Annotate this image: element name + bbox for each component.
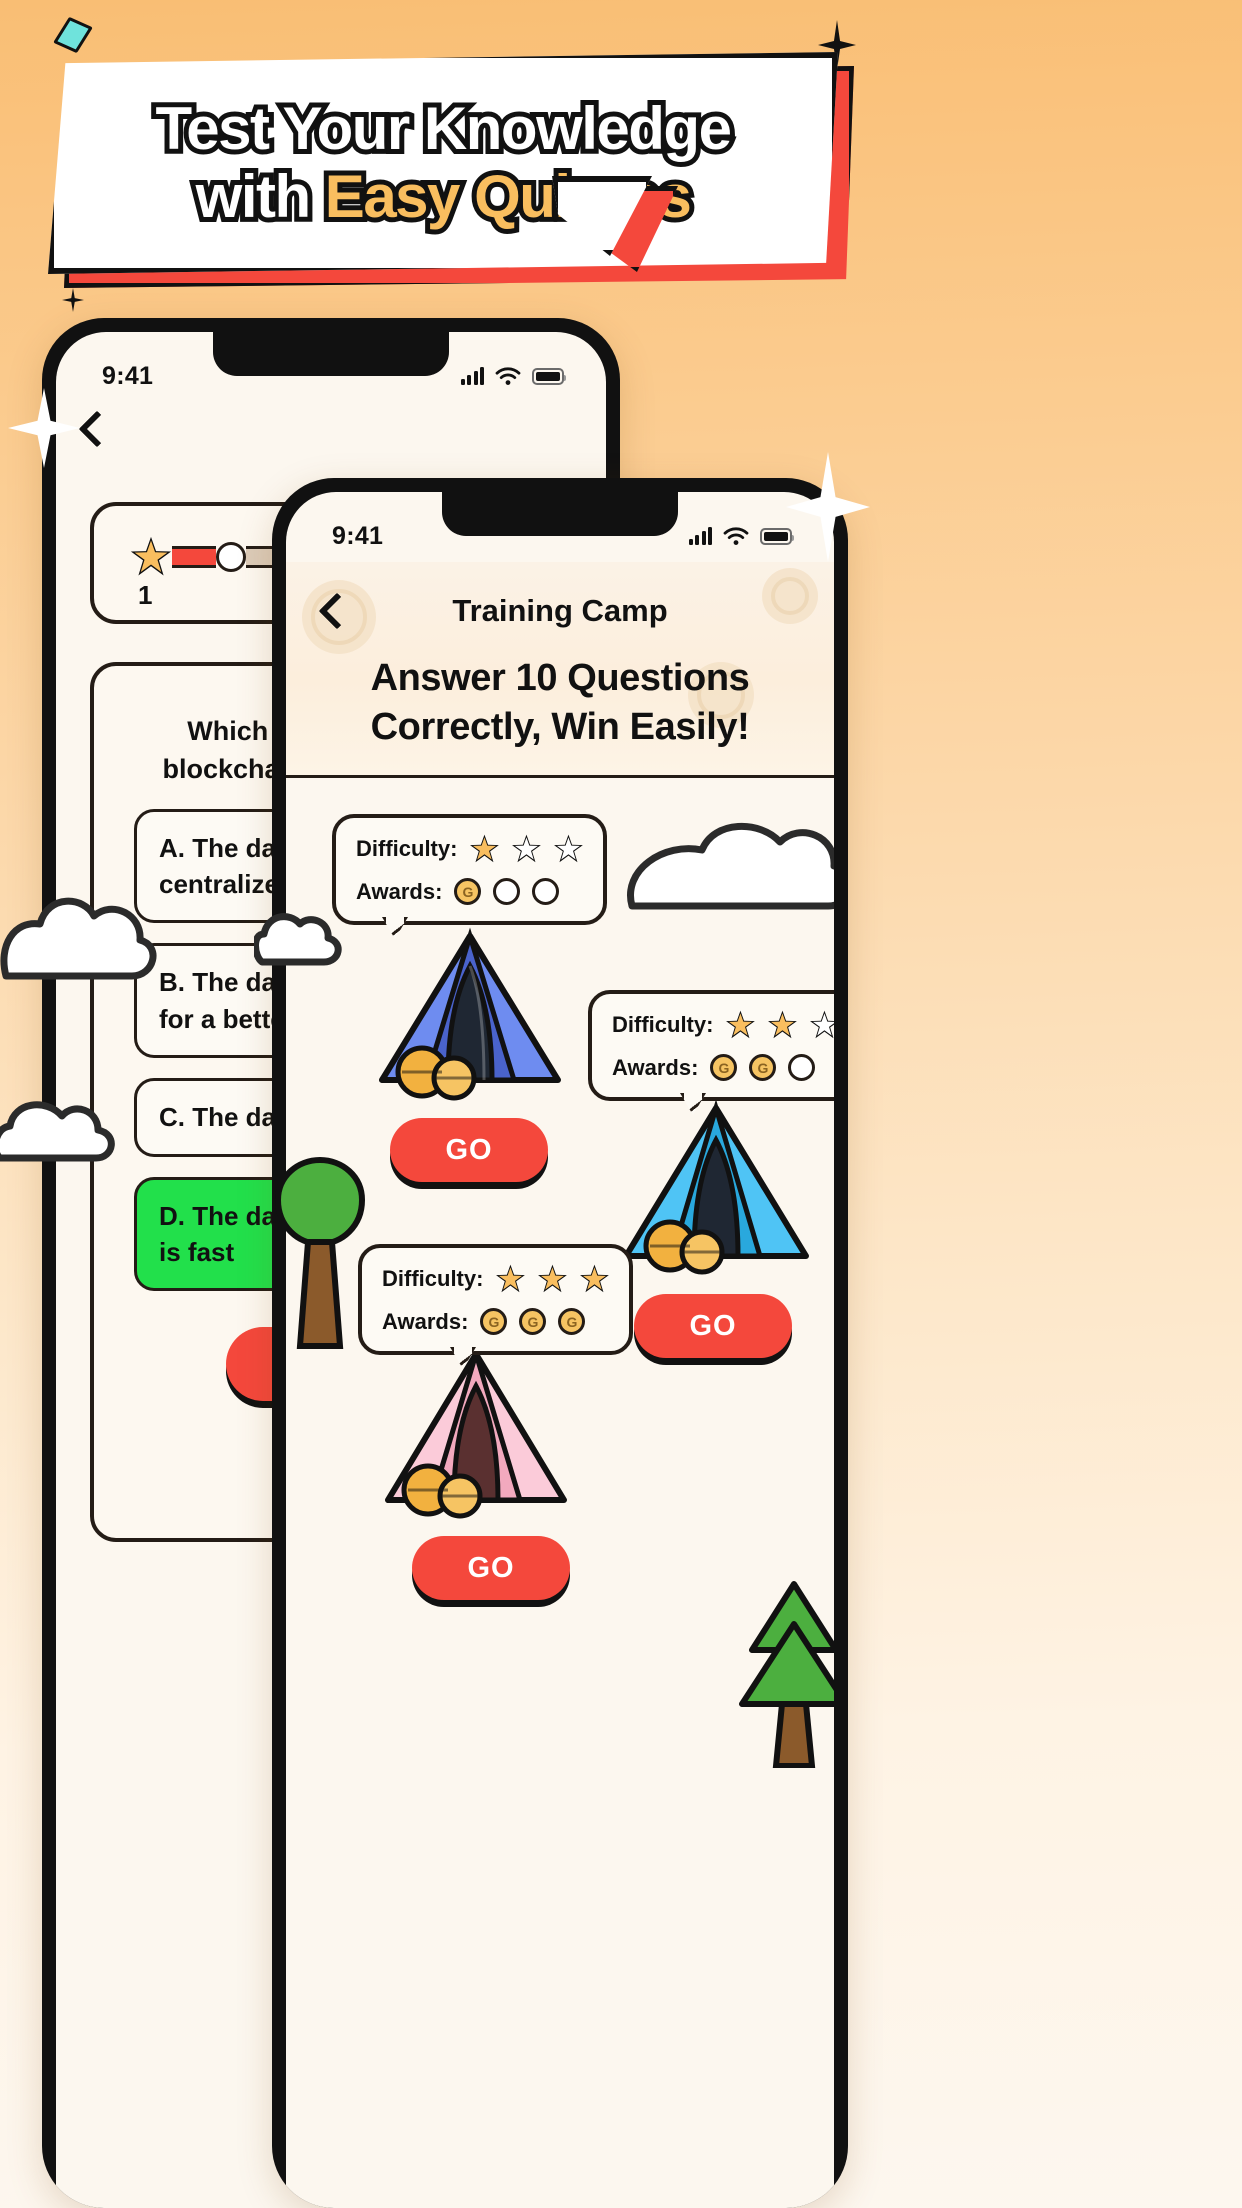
pine-tree-icon xyxy=(739,1581,834,1768)
difficulty-row: Difficulty: xyxy=(612,1010,834,1040)
difficulty-star-filled xyxy=(580,1264,609,1293)
signal-bars-icon xyxy=(460,367,484,385)
award-coin-filled: G xyxy=(480,1308,508,1335)
signal-bars-icon xyxy=(688,527,712,545)
front-phone-header: Training Camp Answer 10 Questions Correc… xyxy=(286,562,834,778)
banner-headline-line1: Test Your Knowledge xyxy=(151,92,737,165)
notch xyxy=(442,492,678,536)
difficulty-star-empty xyxy=(810,1010,834,1039)
difficulty-star-filled xyxy=(538,1264,567,1293)
progress-node xyxy=(216,542,246,572)
status-time: 9:41 xyxy=(332,521,384,550)
progress-label-start: 1 xyxy=(138,580,153,610)
promo-banner: Test Your Knowledge with Easy Quizzes xyxy=(48,52,854,288)
awards-label: Awards: xyxy=(612,1054,699,1080)
difficulty-row: Difficulty: xyxy=(356,834,583,864)
award-coin-filled: G xyxy=(749,1054,777,1081)
difficulty-star-empty xyxy=(554,834,583,863)
back-phone-back-button[interactable] xyxy=(78,410,116,448)
chevron-left-icon xyxy=(78,410,116,448)
awards-row: Awards: G G G xyxy=(382,1308,609,1335)
banner-line2-plain: with xyxy=(191,160,325,234)
award-coin-filled: G xyxy=(519,1308,547,1335)
blue-tent-icon xyxy=(379,927,561,1101)
headline-line1: Answer 10 Questions xyxy=(370,657,750,699)
cloud-icon xyxy=(627,822,834,910)
go-button-blue[interactable]: GO xyxy=(390,1118,548,1182)
award-coin-filled: G xyxy=(454,878,482,905)
difficulty-star-filled xyxy=(496,1264,525,1293)
award-coin-filled: G xyxy=(558,1308,586,1335)
awards-row: Awards: G G xyxy=(612,1054,834,1081)
notch xyxy=(213,332,449,376)
progress-segment-active xyxy=(172,546,216,568)
battery-icon xyxy=(760,527,794,545)
difficulty-star-filled xyxy=(768,1010,797,1039)
awards-label: Awards: xyxy=(356,878,443,904)
difficulty-label: Difficulty: xyxy=(382,1266,484,1291)
difficulty-star-empty xyxy=(512,834,541,863)
difficulty-star-filled xyxy=(470,834,499,863)
four-point-star-icon xyxy=(62,288,84,312)
cyan-tent-icon xyxy=(623,1099,809,1275)
banner-face: Test Your Knowledge with Easy Quizzes xyxy=(48,52,838,274)
level-card-pink: Difficulty: Awards: G G G xyxy=(358,1244,634,1369)
level-card-cyan: Difficulty: Awards: G G xyxy=(588,990,834,1115)
status-time: 9:41 xyxy=(102,361,154,390)
difficulty-label: Difficulty: xyxy=(356,836,458,861)
wifi-icon xyxy=(495,366,521,385)
pink-tent-icon xyxy=(385,1345,567,1519)
award-coin-empty xyxy=(493,878,521,905)
teal-diamond-icon xyxy=(53,16,93,54)
cloud-icon xyxy=(254,913,342,966)
battery-icon xyxy=(532,367,566,385)
award-coin-empty xyxy=(532,878,560,905)
awards-row: Awards: G xyxy=(356,878,583,905)
go-button-pink[interactable]: GO xyxy=(412,1536,570,1600)
front-phone-back-button[interactable] xyxy=(318,592,356,630)
cloud-icon xyxy=(0,1101,115,1162)
go-button-cyan[interactable]: GO xyxy=(634,1294,792,1358)
difficulty-row: Difficulty: xyxy=(382,1264,609,1294)
cloud-icon xyxy=(0,897,157,980)
award-coin-filled: G xyxy=(710,1054,738,1081)
tree-icon xyxy=(274,1156,366,1349)
difficulty-star-filled xyxy=(726,1010,755,1039)
headline: Answer 10 Questions Correctly, Win Easil… xyxy=(286,654,834,753)
awards-label: Awards: xyxy=(382,1308,469,1334)
award-coin-empty xyxy=(788,1054,816,1081)
progress-star-filled xyxy=(130,536,172,576)
chevron-left-icon xyxy=(318,592,356,630)
level-card-blue: Difficulty: Awards: G xyxy=(332,814,608,939)
difficulty-label: Difficulty: xyxy=(612,1012,714,1037)
page-title: Training Camp xyxy=(452,593,668,628)
headline-line2: Correctly, Win Easily! xyxy=(370,706,750,749)
wifi-icon xyxy=(723,526,749,545)
